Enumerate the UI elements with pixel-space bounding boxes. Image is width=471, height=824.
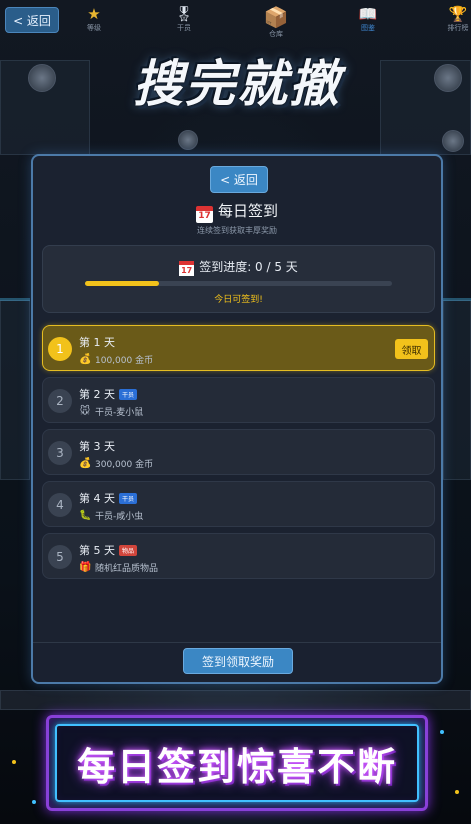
nav-item-codex[interactable]: 📖 图鉴 [344, 6, 392, 33]
claim-button[interactable]: 领取 [395, 339, 428, 359]
modal-title-text: 每日签到 [217, 202, 278, 220]
day-label: 第 2 天干员 [79, 386, 138, 402]
background-light [443, 298, 471, 301]
star-icon: ★ [87, 5, 101, 23]
day-label-text: 第 2 天 [79, 388, 115, 401]
day-reward-text: 随机红品质物品 [95, 564, 159, 574]
day-label-text: 第 5 天 [79, 544, 115, 557]
day-row-1[interactable]: 1 第 1 天 💰 100,000 金币 领取 [42, 325, 435, 371]
day-label: 第 3 天 [79, 438, 115, 454]
bug-icon: 🐛 [79, 510, 92, 521]
day-reward-text: 干员-麦小鼠 [95, 408, 144, 418]
checkin-claim-button[interactable]: 签到领取奖励 [183, 648, 293, 674]
banner-text: 每日签到惊喜不断 [76, 745, 397, 789]
trophy-icon: 🏆 [448, 5, 468, 23]
item-image [178, 130, 198, 150]
progress-bar [85, 281, 392, 286]
today-available-text: 今日可签到! [214, 295, 263, 305]
day-number-badge: 3 [48, 441, 72, 465]
day-reward-text: 100,000 金币 [95, 356, 154, 366]
day-tag-badge: 干员 [119, 492, 138, 504]
day-label-text: 第 1 天 [79, 336, 115, 349]
game-logo: 搜完就撤 [133, 55, 341, 113]
top-nav: < 返回 ★ 等级 🎖 干员 📦 仓库 📖 图鉴 🏆 排行榜 [0, 0, 471, 42]
top-back-button[interactable]: < 返回 [5, 7, 59, 33]
day-reward: 🐛 干员-咸小虫 [79, 509, 143, 522]
modal-subtitle: 连续签到获取丰厚奖励 [197, 226, 277, 235]
progress-label-text: 签到进度: 0 / 5 天 [199, 260, 298, 274]
gift-icon: 🎁 [79, 562, 92, 573]
sparkle [32, 800, 36, 804]
day-number-badge: 4 [48, 493, 72, 517]
calendar-icon: 17 [195, 206, 213, 223]
book-icon: 📖 [358, 5, 378, 23]
modal-back-button[interactable]: < 返回 [210, 166, 268, 193]
money-bag-icon: 💰 [79, 458, 92, 469]
day-reward-text: 300,000 金币 [95, 460, 154, 470]
money-bag-icon: 💰 [79, 354, 92, 365]
day-tag-badge: 物品 [119, 544, 138, 556]
item-image [434, 64, 462, 92]
daily-checkin-modal: < 返回 17 每日签到 连续签到获取丰厚奖励 17 签到进度: 0 / 5 天 今… [31, 154, 443, 684]
day-label: 第 1 天 [79, 334, 115, 350]
nav-item-level[interactable]: ★ 等级 [70, 6, 118, 33]
nav-item-warehouse[interactable]: 📦 仓库 [252, 6, 300, 39]
medal-icon: 🎖 [174, 5, 194, 23]
day-number-badge: 1 [48, 337, 72, 361]
box-icon: 📦 [263, 5, 289, 29]
background-shelf [0, 690, 471, 710]
day-reward: 🐭 干员-麦小鼠 [79, 405, 143, 418]
item-image [28, 64, 56, 92]
background-shelf [0, 300, 30, 480]
day-label-text: 第 4 天 [79, 492, 115, 505]
day-label: 第 5 天物品 [79, 542, 138, 558]
day-label: 第 4 天干员 [79, 490, 138, 506]
promo-banner: 每日签到惊喜不断 [46, 715, 428, 811]
background-shelf [443, 300, 471, 480]
day-reward: 💰 300,000 金币 [79, 457, 153, 470]
mouse-icon: 🐭 [79, 406, 91, 417]
day-tag-badge: 干员 [119, 388, 138, 400]
progress-label: 17 签到进度: 0 / 5 天 [43, 258, 434, 276]
checkin-progress-panel: 17 签到进度: 0 / 5 天 今日可签到! [42, 245, 435, 313]
sparkle [455, 790, 459, 794]
day-row-5[interactable]: 5 第 5 天物品 🎁 随机红品质物品 [42, 533, 435, 579]
day-reward: 🎁 随机红品质物品 [79, 561, 158, 574]
day-row-4[interactable]: 4 第 4 天干员 🐛 干员-咸小虫 [42, 481, 435, 527]
modal-title: 17 每日签到 [33, 200, 441, 223]
calendar-icon: 17 [179, 261, 195, 276]
nav-item-label: 仓库 [269, 30, 283, 38]
modal-footer: 签到领取奖励 [33, 642, 441, 682]
background-item [420, 64, 471, 124]
nav-item-label: 等级 [87, 24, 101, 32]
background-light [0, 298, 30, 301]
day-number-badge: 5 [48, 545, 72, 569]
progress-bar-fill [85, 281, 159, 286]
day-reward: 💰 100,000 金币 [79, 353, 153, 366]
background-item [14, 64, 70, 124]
sparkle [440, 730, 444, 734]
day-row-3[interactable]: 3 第 3 天 💰 300,000 金币 [42, 429, 435, 475]
sparkle [12, 760, 16, 764]
item-image [442, 130, 464, 152]
day-reward-text: 干员-咸小虫 [95, 512, 144, 522]
nav-item-label: 干员 [177, 24, 191, 32]
nav-item-operators[interactable]: 🎖 干员 [160, 6, 208, 33]
nav-item-label: 图鉴 [361, 24, 375, 32]
day-number-badge: 2 [48, 389, 72, 413]
nav-item-leaderboard[interactable]: 🏆 排行榜 [434, 6, 471, 33]
day-label-text: 第 3 天 [79, 440, 115, 453]
nav-item-label: 排行榜 [447, 24, 469, 32]
day-row-2[interactable]: 2 第 2 天干员 🐭 干员-麦小鼠 [42, 377, 435, 423]
